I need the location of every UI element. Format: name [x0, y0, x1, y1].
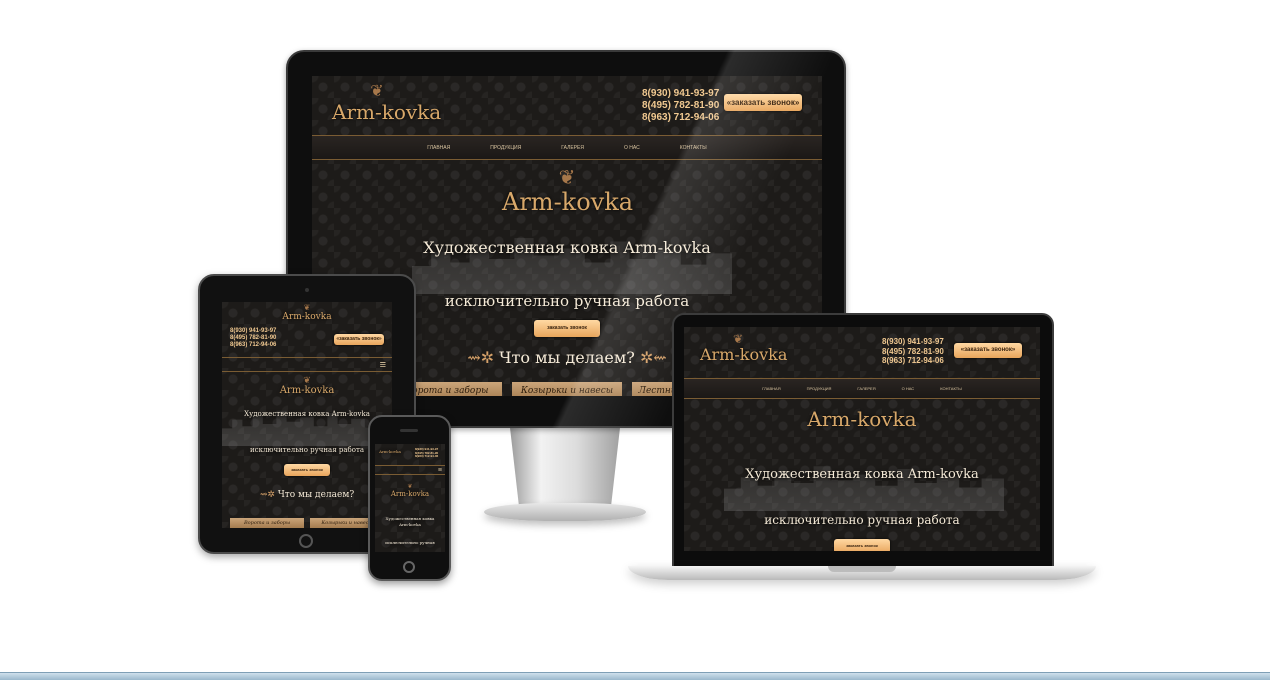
hero-title: Художественная ковка Arm-kovka: [244, 410, 370, 418]
logo-text: Arm-kovka: [390, 490, 430, 498]
phone-list: 8(930) 941-93-97 8(495) 782-81-90 8(963)…: [882, 337, 944, 366]
nav-item-gallery[interactable]: галерея: [561, 136, 584, 159]
nav-item-about[interactable]: о нас: [624, 136, 640, 159]
phone-home-button: [403, 561, 415, 573]
site-header: ❦ Arm-kovka 8(930) 941-93-97 8(495) 782-…: [684, 327, 1040, 379]
mobile-nav-bar: ≡: [222, 358, 392, 372]
hero-title: Художественная ковка Arm-kovka: [375, 516, 445, 529]
phone-number[interactable]: 8(963) 712-94-06: [230, 342, 276, 349]
logo-text: Arm-kovka: [332, 100, 442, 124]
nav-item-contacts[interactable]: контакты: [680, 136, 707, 159]
hero-callback-button[interactable]: заказать звонок: [834, 539, 890, 551]
site-logo[interactable]: Arm-kovka: [378, 449, 402, 454]
logo-text: Arm-kovka: [282, 312, 332, 322]
tablet-screen: ❦ Arm-kovka 8(930) 941-93-97 8(495) 782-…: [222, 302, 392, 528]
callback-button[interactable]: «заказать звонок»: [334, 334, 384, 345]
nav-item-about[interactable]: о нас: [902, 379, 915, 398]
phone-list: 8(930) 941-93-97 8(495) 782-81-90 8(963)…: [642, 88, 719, 124]
monitor-stand-neck: [509, 426, 621, 510]
callback-button[interactable]: «заказать звонок»: [724, 94, 802, 111]
phone-number[interactable]: 8(963) 712-94-06: [415, 455, 438, 459]
ornament-left-icon: ⇝✲: [259, 490, 275, 500]
logo-text: Arm-kovka: [502, 188, 634, 216]
logo-text: Arm-kovka: [279, 385, 335, 396]
logo-ornament: ❦: [732, 332, 744, 346]
site-header: Arm-kovka 8(930) 941-93-97 8(495) 782-81…: [375, 444, 445, 466]
hero-logo: ❦ Arm-kovka: [502, 167, 634, 216]
phone-number[interactable]: 8(963) 712-94-06: [882, 356, 944, 366]
monitor-stand-base: [484, 503, 646, 521]
hero-callback-button[interactable]: заказать звонок: [534, 320, 600, 337]
logo-ornament: ❦: [303, 303, 311, 312]
services-tabs: Ворота и заборы Козырьки и навесы: [222, 518, 392, 528]
hero-logo: Arm-kovka: [802, 407, 922, 431]
nav-item-products[interactable]: продукция: [490, 136, 521, 159]
hero-title: Художественная ковка Arm-kovka: [745, 467, 979, 482]
city-skyline: [412, 238, 732, 294]
city-skyline: [222, 410, 392, 446]
site-header: ❦ Arm-kovka 8(930) 941-93-97 8(495) 782-…: [222, 302, 392, 358]
nav-item-home[interactable]: главная: [427, 136, 450, 159]
phone-speaker: [400, 429, 418, 432]
main-nav: главная продукция галерея о нас контакты: [312, 136, 822, 160]
hero-title-line: Arm-kovka: [399, 522, 421, 528]
nav-item-products[interactable]: продукция: [807, 379, 832, 398]
phone-number[interactable]: 8(495) 782-81-90: [642, 100, 719, 112]
tablet-camera: [305, 288, 309, 292]
site-header: ❦ Arm-kovka 8(930) 941-93-97 8(495) 782-…: [312, 76, 822, 136]
phone-list: 8(930) 941-93-97 8(495) 782-81-90 8(963)…: [230, 328, 276, 350]
logo-ornament: ❦: [558, 167, 576, 189]
section-title: Что мы делаем?: [277, 490, 355, 500]
site-logo[interactable]: ❦ Arm-kovka: [332, 83, 442, 125]
laptop-screen: ❦ Arm-kovka 8(930) 941-93-97 8(495) 782-…: [684, 327, 1040, 551]
nav-item-home[interactable]: главная: [762, 379, 780, 398]
laptop-notch: [828, 566, 896, 572]
site-logo[interactable]: ❦ Arm-kovka: [700, 332, 788, 364]
phone-number[interactable]: 8(930) 941-93-97: [230, 328, 276, 335]
callback-button[interactable]: «заказать звонок»: [954, 343, 1022, 358]
section-title: Что мы делаем?: [499, 348, 635, 367]
menu-icon[interactable]: ≡: [380, 358, 386, 372]
nav-item-gallery[interactable]: галерея: [857, 379, 875, 398]
phone-number[interactable]: 8(930) 941-93-97: [642, 88, 719, 100]
menu-icon[interactable]: ≡: [438, 466, 442, 475]
logo-ornament: ❦: [370, 83, 384, 100]
main-nav: главная продукция галерея о нас контакты: [684, 379, 1040, 399]
phone-screen: Arm-kovka 8(930) 941-93-97 8(495) 782-81…: [375, 444, 445, 552]
section-title-row: ⇝✲ Что мы делаем?: [222, 490, 392, 500]
nav-item-contacts[interactable]: контакты: [940, 379, 962, 398]
hero-subtitle: исключительно ручная работа: [249, 446, 364, 454]
logo-text: Arm-kovka: [700, 345, 788, 364]
logo-text: Arm-kovka: [807, 407, 917, 431]
hero-subtitle: исключительно ручная: [385, 540, 435, 545]
hero-logo: ❦ Arm-kovka: [389, 484, 431, 498]
phone-list: 8(930) 941-93-97 8(495) 782-81-90 8(963)…: [415, 447, 438, 459]
phone-number[interactable]: 8(495) 782-81-90: [230, 335, 276, 342]
tab-canopies[interactable]: Козырьки и навесы: [512, 382, 622, 396]
site-logo[interactable]: ❦ Arm-kovka: [277, 303, 337, 323]
tab-gates[interactable]: Ворота и заборы: [230, 518, 304, 528]
hero-title: Художественная ковка Arm-kovka: [423, 238, 711, 257]
logo-text: Arm-kovka: [379, 449, 401, 454]
phone-number[interactable]: 8(963) 712-94-06: [642, 112, 719, 124]
city-skyline: [724, 466, 1004, 511]
phone-number[interactable]: 8(930) 941-93-97: [882, 337, 944, 347]
ornament-right-icon: ✲⇜: [639, 348, 667, 367]
phone-number[interactable]: 8(495) 782-81-90: [882, 347, 944, 357]
tablet-home-button: [299, 534, 313, 548]
mobile-nav-bar: ≡: [375, 466, 445, 475]
bottom-strip: [0, 672, 1270, 680]
logo-ornament: ❦: [303, 375, 311, 385]
hero-subtitle: исключительно ручная работа: [764, 513, 960, 527]
hero-logo: ❦ Arm-kovka: [272, 375, 342, 397]
hero-callback-button[interactable]: заказать звонок: [284, 464, 330, 476]
ornament-left-icon: ⇝✲: [467, 348, 495, 367]
